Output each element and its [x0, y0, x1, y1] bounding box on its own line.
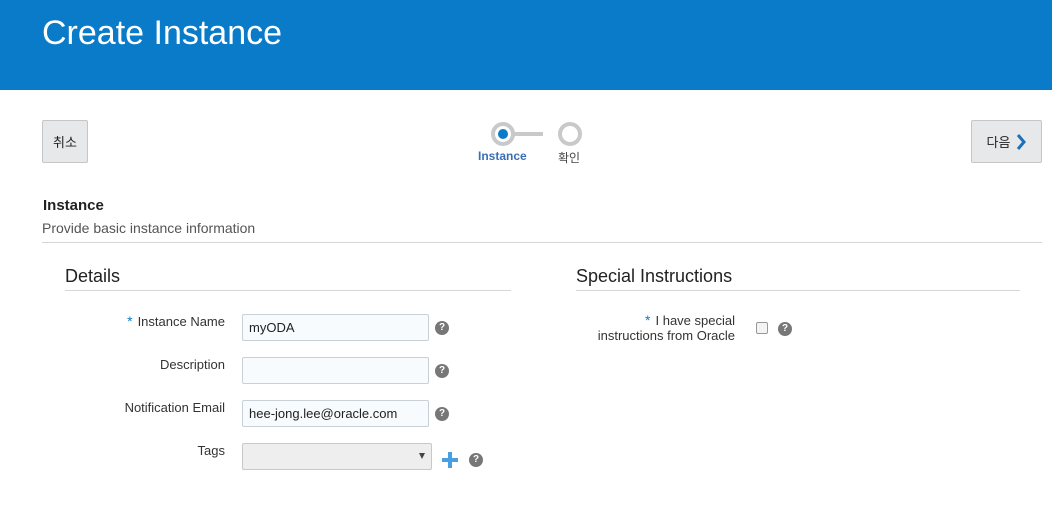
notification-email-field[interactable]: hee-jong.lee@oracle.com	[242, 400, 429, 427]
next-button-label: 다음	[986, 135, 1011, 150]
cancel-button[interactable]: 취소	[42, 120, 88, 163]
page-header: Create Instance	[0, 0, 1052, 90]
description-field[interactable]	[242, 357, 429, 384]
required-marker: *	[127, 313, 133, 329]
details-divider	[65, 290, 511, 291]
details-panel-title: Details	[65, 266, 121, 286]
tags-select[interactable]	[242, 443, 432, 470]
required-marker: *	[645, 312, 651, 328]
tags-label: Tags	[197, 443, 225, 458]
train-step-confirm-marker[interactable]	[558, 122, 582, 146]
next-button[interactable]: 다음	[971, 120, 1042, 163]
step-train: Instance 확인	[470, 120, 600, 170]
special-instructions-title: Special Instructions	[576, 266, 733, 286]
caret-down-icon	[419, 453, 425, 459]
special-instructions-label: * I have special instructions from Oracle	[597, 312, 735, 344]
train-step-instance-marker[interactable]	[491, 122, 515, 146]
description-label: Description	[159, 357, 225, 372]
page-title: Create Instance	[42, 14, 283, 52]
section-subtitle: Provide basic instance information	[42, 220, 256, 236]
add-tag-plus-icon[interactable]	[442, 452, 458, 468]
tags-help-icon[interactable]: ?	[469, 453, 483, 467]
instance-name-label: * Instance Name	[127, 313, 225, 329]
instance-name-help-icon[interactable]: ?	[435, 321, 449, 335]
train-step-instance-label[interactable]: Instance	[478, 149, 527, 163]
section-divider	[42, 242, 1042, 243]
special-instructions-divider	[576, 290, 1020, 291]
chevron-right-icon	[1017, 133, 1027, 150]
cancel-button-label: 취소	[53, 135, 77, 150]
notification-email-help-icon[interactable]: ?	[435, 407, 449, 421]
special-instructions-help-icon[interactable]: ?	[778, 322, 792, 336]
notification-email-label: Notification Email	[124, 400, 225, 415]
description-help-icon[interactable]: ?	[435, 364, 449, 378]
train-step-confirm-label[interactable]: 확인	[558, 149, 580, 166]
section-title: Instance	[43, 197, 104, 214]
special-instructions-checkbox[interactable]	[756, 322, 768, 334]
instance-name-field[interactable]: myODA	[242, 314, 429, 341]
